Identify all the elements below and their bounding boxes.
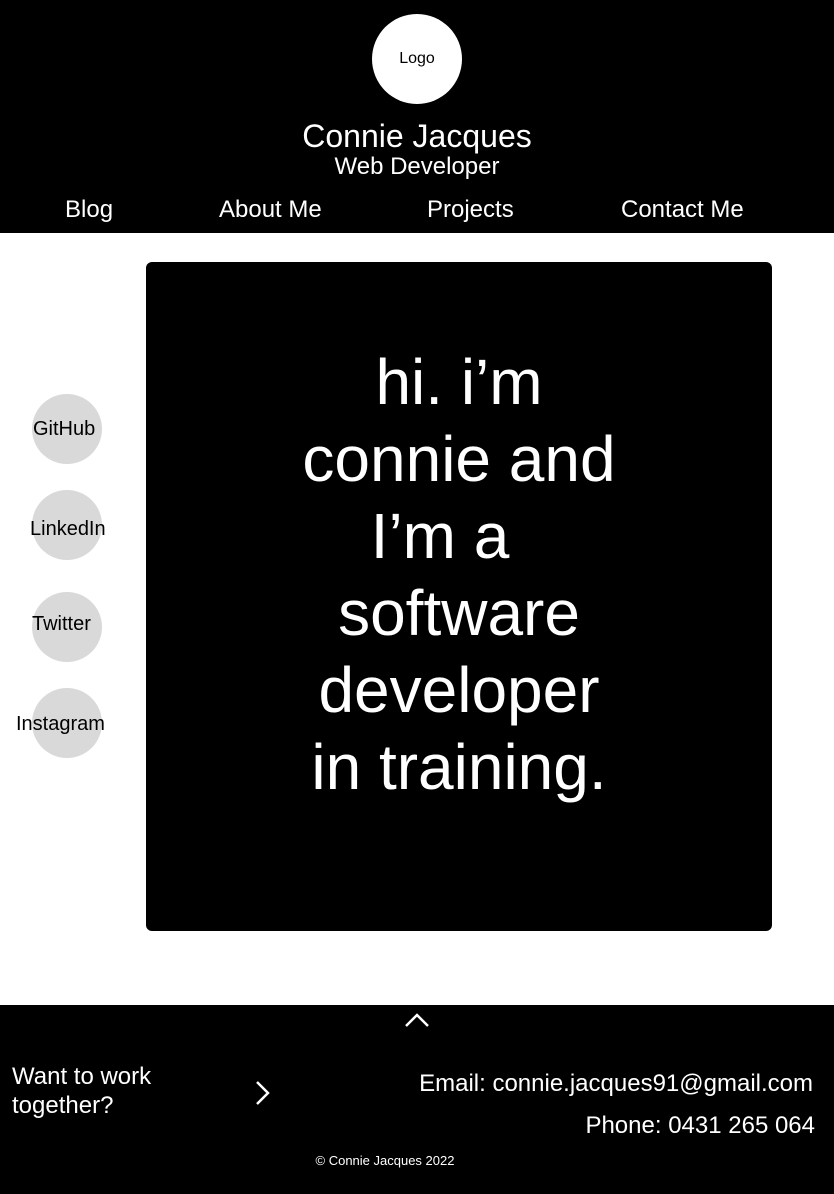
chevron-right-icon[interactable] (252, 1079, 272, 1107)
copyright: © Connie Jacques 2022 (315, 1153, 455, 1168)
nav-link-blog[interactable]: Blog (65, 194, 113, 226)
github-label[interactable]: GitHub (33, 417, 95, 441)
hero-line: in training. (311, 731, 607, 803)
hero-line: I’m a (370, 500, 510, 572)
chevron-up-icon[interactable] (403, 1009, 431, 1029)
instagram-label[interactable]: Instagram (16, 712, 105, 736)
nav-link-projects[interactable]: Projects (427, 194, 514, 226)
hero-line: hi. i’m (375, 346, 543, 418)
work-together-link[interactable]: Want to work together? (12, 1062, 232, 1120)
hero-card: hi. i’m connie and I’m a software develo… (146, 262, 772, 931)
hero-heading: hi. i’m connie and I’m a software develo… (146, 344, 772, 806)
hero-line: software (338, 577, 580, 649)
nav-link-contact-me[interactable]: Contact Me (621, 194, 744, 226)
hero-line: connie and (302, 423, 616, 495)
hero-line: developer (318, 654, 600, 726)
twitter-label[interactable]: Twitter (32, 612, 91, 636)
site-role: Web Developer (334, 153, 500, 180)
site-name: Connie Jacques (302, 118, 532, 154)
contact-phone[interactable]: Phone: 0431 265 064 (585, 1111, 815, 1141)
contact-email[interactable]: Email: connie.jacques91@gmail.com (419, 1069, 813, 1099)
linkedin-label[interactable]: LinkedIn (30, 517, 106, 541)
nav-link-about-me[interactable]: About Me (219, 194, 322, 226)
site-header: Logo Connie Jacques Web Developer Blog A… (0, 0, 834, 233)
logo[interactable]: Logo (372, 14, 462, 104)
site-footer: Want to work together? Email: connie.jac… (0, 1005, 834, 1194)
